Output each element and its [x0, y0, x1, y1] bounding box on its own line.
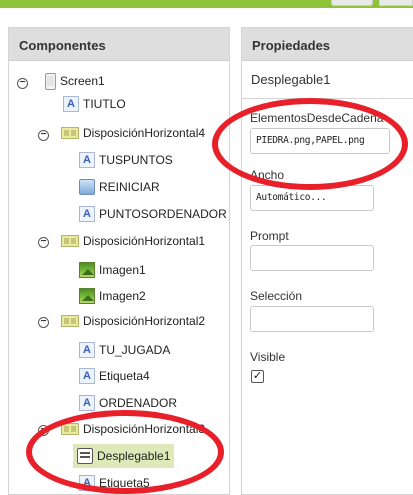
tree-item-label: DisposiciónHorizontal2	[83, 314, 206, 328]
tree-item-label: Etiqueta4	[99, 369, 150, 383]
image-icon	[79, 288, 95, 304]
tree-item-horizontal4[interactable]: DisposiciónHorizontal4	[61, 122, 205, 144]
tree-item-tiutlo[interactable]: A TIUTLO	[63, 93, 126, 115]
collapse-toggle-screen1[interactable]: −	[17, 78, 28, 89]
components-panel: Componentes − Screen1 A TIUTLO − Disposi…	[8, 27, 230, 495]
properties-panel-title: Propiedades	[242, 28, 413, 61]
horizontal-arrangement-icon	[61, 315, 79, 327]
tree-item-imagen2[interactable]: Imagen2	[79, 285, 146, 307]
button-icon	[79, 179, 95, 195]
tree-item-label: Desplegable1	[97, 449, 171, 463]
tree-item-label: TIUTLO	[83, 97, 126, 111]
elements-from-string-label: ElementosDesdeCadena	[250, 111, 384, 125]
width-input[interactable]: Automático...	[250, 185, 374, 211]
selected-component-name: Desplegable1	[242, 61, 413, 99]
label-icon: A	[79, 206, 95, 222]
collapse-toggle-horizontal2[interactable]: −	[38, 317, 49, 328]
tree-item-label: DisposiciónHorizontal4	[83, 126, 206, 140]
visible-label: Visible	[250, 350, 286, 364]
tree-item-label: ORDENADOR	[99, 396, 178, 410]
selection-input[interactable]	[250, 306, 374, 332]
visible-checkbox[interactable]: ✓	[251, 370, 264, 383]
tree-item-etiqueta5[interactable]: A Etiqueta5	[79, 472, 150, 494]
properties-panel: Propiedades Desplegable1 ElementosDesdeC…	[241, 27, 413, 495]
tree-item-label: Imagen2	[99, 289, 146, 303]
spinner-icon	[77, 448, 93, 464]
collapse-toggle-horizontal3[interactable]: −	[38, 425, 49, 436]
tree-item-imagen1[interactable]: Imagen1	[79, 259, 146, 281]
tree-item-label: DisposiciónHorizontal3	[83, 422, 206, 436]
screen-icon	[45, 72, 56, 90]
tree-item-horizontal3[interactable]: DisposiciónHorizontal3	[61, 418, 205, 440]
prompt-label: Prompt	[250, 229, 289, 243]
label-icon: A	[63, 96, 79, 112]
horizontal-arrangement-icon	[61, 235, 79, 247]
tree-item-label: PUNTOSORDENADOR	[99, 207, 227, 221]
toolbar-button-edge-right[interactable]	[379, 0, 413, 6]
label-icon: A	[79, 475, 95, 491]
tree-item-horizontal2[interactable]: DisposiciónHorizontal2	[61, 310, 205, 332]
tree-item-label: TUSPUNTOS	[99, 153, 173, 167]
label-icon: A	[79, 368, 95, 384]
selection-label: Selección	[250, 289, 303, 303]
tree-item-label: TU_JUGADA	[99, 343, 171, 357]
tree-item-desplegable1[interactable]: Desplegable1	[73, 444, 175, 468]
collapse-toggle-horizontal4[interactable]: −	[38, 130, 49, 141]
top-toolbar-strip	[0, 0, 413, 8]
horizontal-arrangement-icon	[61, 127, 79, 139]
tree-item-puntosordenador[interactable]: A PUNTOSORDENADOR	[79, 203, 227, 225]
width-label: Ancho	[250, 168, 285, 182]
components-panel-title: Componentes	[9, 28, 229, 61]
toolbar-button-edge[interactable]	[331, 0, 373, 6]
tree-item-ordenador[interactable]: A ORDENADOR	[79, 392, 177, 414]
tree-item-tuspuntos[interactable]: A TUSPUNTOS	[79, 149, 173, 171]
image-icon	[79, 262, 95, 278]
tree-item-screen1[interactable]: Screen1	[45, 70, 105, 92]
tree-item-label: Screen1	[60, 74, 105, 88]
tree-item-tu-jugada[interactable]: A TU_JUGADA	[79, 339, 170, 361]
tree-item-etiqueta4[interactable]: A Etiqueta4	[79, 365, 150, 387]
label-icon: A	[79, 342, 95, 358]
tree-item-label: REINICIAR	[99, 180, 160, 194]
horizontal-arrangement-icon	[61, 423, 79, 435]
tree-item-label: DisposiciónHorizontal1	[83, 234, 206, 248]
tree-item-horizontal1[interactable]: DisposiciónHorizontal1	[61, 230, 205, 252]
label-icon: A	[79, 152, 95, 168]
label-icon: A	[79, 395, 95, 411]
collapse-toggle-horizontal1[interactable]: −	[38, 237, 49, 248]
elements-from-string-input[interactable]: PIEDRA.png,PAPEL.png	[250, 128, 390, 154]
prompt-input[interactable]	[250, 245, 374, 271]
tree-item-label: Imagen1	[99, 263, 146, 277]
tree-item-label: Etiqueta5	[99, 476, 150, 490]
tree-item-reiniciar[interactable]: REINICIAR	[79, 176, 160, 198]
checkmark-icon: ✓	[252, 370, 263, 382]
